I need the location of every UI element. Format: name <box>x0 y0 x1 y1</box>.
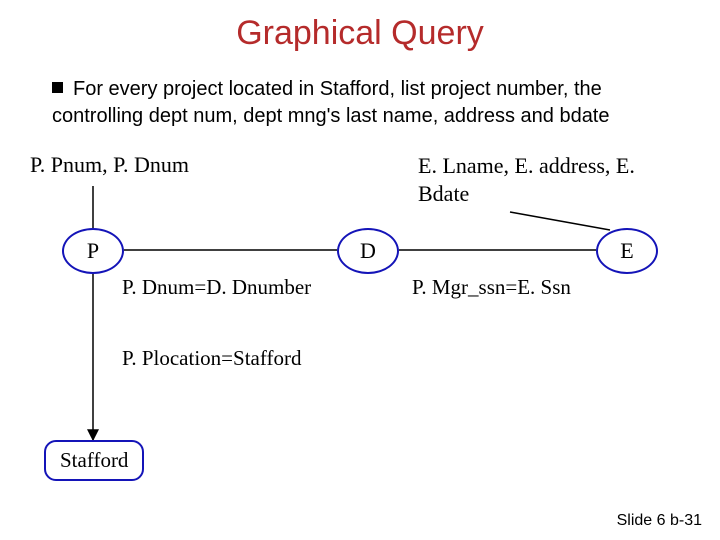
edge-label-ps: P. Plocation=Stafford <box>120 346 303 371</box>
edge-label-de: P. Mgr_ssn=E. Ssn <box>410 275 573 300</box>
edge-label-pd: P. Dnum=D. Dnumber <box>120 275 313 300</box>
stafford-box: Stafford <box>44 440 144 481</box>
node-d: D <box>337 228 399 274</box>
node-e: E <box>596 228 658 274</box>
node-p: P <box>62 228 124 274</box>
